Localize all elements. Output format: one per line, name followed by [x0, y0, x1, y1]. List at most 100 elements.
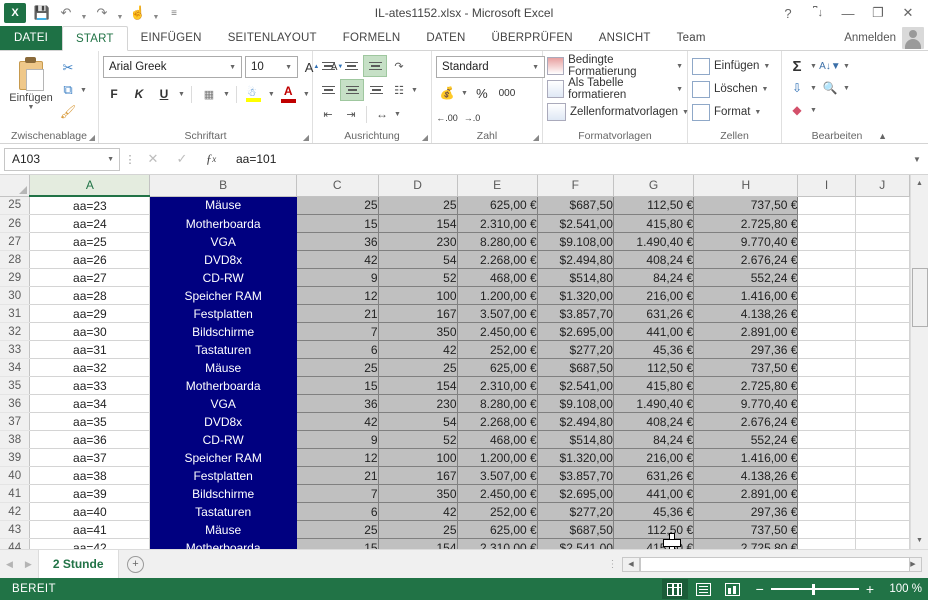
cell-col-j[interactable] [855, 394, 910, 413]
cell-col-a[interactable]: aa=32 [29, 358, 151, 377]
cell-col-c[interactable]: 42 [296, 412, 379, 431]
cell-col-d[interactable]: 25 [378, 520, 458, 539]
cell-col-d[interactable]: 154 [378, 214, 458, 233]
cell-col-j[interactable] [855, 358, 910, 377]
clear-icon[interactable]: ◆ [786, 100, 808, 120]
row-header[interactable]: 37 [0, 412, 31, 431]
cell-col-a[interactable]: aa=39 [29, 484, 151, 503]
table-row[interactable]: 42 aa=40 Tastaturen 6 42 252,00 € $277,20 45,36… [0, 502, 910, 521]
column-header-f[interactable]: F [537, 175, 614, 197]
cell-col-a[interactable]: aa=41 [29, 520, 151, 539]
cell-col-i[interactable] [797, 214, 856, 233]
worksheet-grid[interactable]: A B C D E F G H I J 25 aa=23 Mäuse 25 25 625,… [0, 175, 910, 549]
select-all-corner[interactable] [0, 175, 31, 197]
cell-col-i[interactable] [797, 304, 856, 323]
tab-ueberpruefen[interactable]: ÜBERPRÜFEN [479, 26, 586, 50]
cell-col-h[interactable]: 2.676,24 € [693, 250, 799, 269]
page-break-preview-button[interactable] [720, 579, 746, 599]
cell-col-i[interactable] [797, 358, 856, 377]
cell-col-h[interactable]: 552,24 € [693, 430, 799, 449]
cell-col-a[interactable]: aa=29 [29, 304, 151, 323]
cell-col-c[interactable]: 15 [296, 376, 379, 395]
paste-dropdown-icon[interactable]: ▼ [28, 104, 35, 111]
previous-sheet-icon[interactable]: ◀ [6, 559, 13, 570]
tab-formeln[interactable]: FORMELN [330, 26, 414, 50]
cell-col-d[interactable]: 52 [378, 268, 458, 287]
name-box[interactable]: A103 ▼ [4, 147, 120, 171]
column-header-h[interactable]: H [693, 175, 799, 197]
cell-col-c[interactable]: 7 [296, 484, 379, 503]
customize-qat-icon[interactable]: ≡ [163, 3, 185, 23]
cell-col-b[interactable]: Bildschirme [149, 484, 297, 503]
table-row[interactable]: 43 aa=41 Mäuse 25 25 625,00 € $687,50 112,50 €7… [0, 520, 910, 539]
scroll-up-icon[interactable]: ▲ [911, 175, 928, 192]
underline-button[interactable]: U [153, 84, 175, 104]
tab-start[interactable]: START [62, 26, 128, 51]
cell-col-e[interactable]: 468,00 € [457, 268, 538, 287]
cell-col-a[interactable]: aa=31 [29, 340, 151, 359]
cell-col-f[interactable]: $2.541,00 [537, 214, 614, 233]
cell-col-g[interactable]: 84,24 € [613, 268, 695, 287]
format-cells-dropdown-icon[interactable]: ▼ [754, 109, 761, 116]
insert-cells-button[interactable]: Einfügen ▼ [692, 56, 770, 76]
cell-col-j[interactable] [855, 340, 910, 359]
copy-dropdown-icon[interactable]: ▼ [80, 87, 87, 94]
cell-col-c[interactable]: 15 [296, 214, 379, 233]
tab-ansicht[interactable]: ANSICHT [586, 26, 664, 50]
table-row[interactable]: 27 aa=25 VGA 36 230 8.280,00 € $9.108,00 1.490,… [0, 232, 910, 251]
scroll-down-icon[interactable]: ▼ [911, 532, 928, 549]
conditional-formatting-button[interactable]: Bedingte Formatierung ▼ [547, 54, 683, 78]
cell-col-g[interactable]: 84,24 € [613, 430, 695, 449]
row-header[interactable]: 25 [0, 196, 31, 215]
cell-col-j[interactable] [855, 430, 910, 449]
cell-col-e[interactable]: 252,00 € [457, 340, 538, 359]
cell-col-j[interactable] [855, 268, 910, 287]
name-box-chevron-down-icon[interactable]: ▼ [107, 156, 117, 163]
cell-col-g[interactable]: 415,80 € [613, 538, 695, 549]
table-row[interactable]: 41 aa=39 Bildschirme 7 350 2.450,00 € $2.695,0… [0, 484, 910, 503]
cell-col-j[interactable] [855, 502, 910, 521]
delete-cells-button[interactable]: Löschen ▼ [692, 79, 768, 99]
row-header[interactable]: 43 [0, 520, 31, 539]
confirm-edit-icon[interactable]: ✓ [169, 149, 195, 170]
row-header[interactable]: 34 [0, 358, 31, 377]
table-row[interactable]: 35 aa=33 Motherboarda 15 154 2.310,00 € $2.541… [0, 376, 910, 395]
cell-col-d[interactable]: 230 [378, 394, 458, 413]
cell-col-j[interactable] [855, 448, 910, 467]
zoom-slider[interactable] [770, 583, 859, 595]
table-row[interactable]: 29 aa=27 CD-RW 9 52 468,00 € $514,80 84,24 €552… [0, 268, 910, 287]
cell-col-i[interactable] [797, 520, 856, 539]
cell-col-c[interactable]: 21 [296, 466, 379, 485]
cell-col-b[interactable]: DVD8x [149, 250, 297, 269]
cell-col-f[interactable]: $2.695,00 [537, 322, 614, 341]
cell-col-a[interactable]: aa=33 [29, 376, 151, 395]
cell-col-d[interactable]: 100 [378, 448, 458, 467]
number-format-combo[interactable]: Standard ▼ [436, 56, 545, 78]
tab-team[interactable]: Team [664, 26, 719, 50]
cell-col-g[interactable]: 112,50 € [613, 520, 695, 539]
cell-col-b[interactable]: VGA [149, 394, 297, 413]
cell-col-h[interactable]: 297,36 € [693, 340, 799, 359]
cell-col-a[interactable]: aa=35 [29, 412, 151, 431]
cell-col-c[interactable]: 6 [296, 340, 379, 359]
cell-col-f[interactable]: $687,50 [537, 196, 614, 215]
cell-col-a[interactable]: aa=23 [29, 196, 151, 215]
cell-col-j[interactable] [855, 520, 910, 539]
table-row[interactable]: 26 aa=24 Motherboarda 15 154 2.310,00 € $2.541… [0, 214, 910, 233]
cell-col-c[interactable]: 42 [296, 250, 379, 269]
row-header[interactable]: 36 [0, 394, 31, 413]
cell-col-a[interactable]: aa=42 [29, 538, 151, 549]
cell-col-g[interactable]: 441,00 € [613, 322, 695, 341]
cell-col-j[interactable] [855, 232, 910, 251]
cell-col-g[interactable]: 112,50 € [613, 358, 695, 377]
row-header[interactable]: 42 [0, 502, 31, 521]
cell-col-b[interactable]: Mäuse [149, 520, 297, 539]
cell-col-f[interactable]: $1.320,00 [537, 448, 614, 467]
borders-icon[interactable]: ▦ [198, 84, 220, 104]
cell-col-i[interactable] [797, 196, 856, 215]
cell-col-g[interactable]: 441,00 € [613, 484, 695, 503]
number-dialog-launcher-icon[interactable]: ◢ [533, 133, 539, 142]
cell-col-h[interactable]: 2.676,24 € [693, 412, 799, 431]
cell-col-c[interactable]: 6 [296, 502, 379, 521]
cell-col-d[interactable]: 230 [378, 232, 458, 251]
